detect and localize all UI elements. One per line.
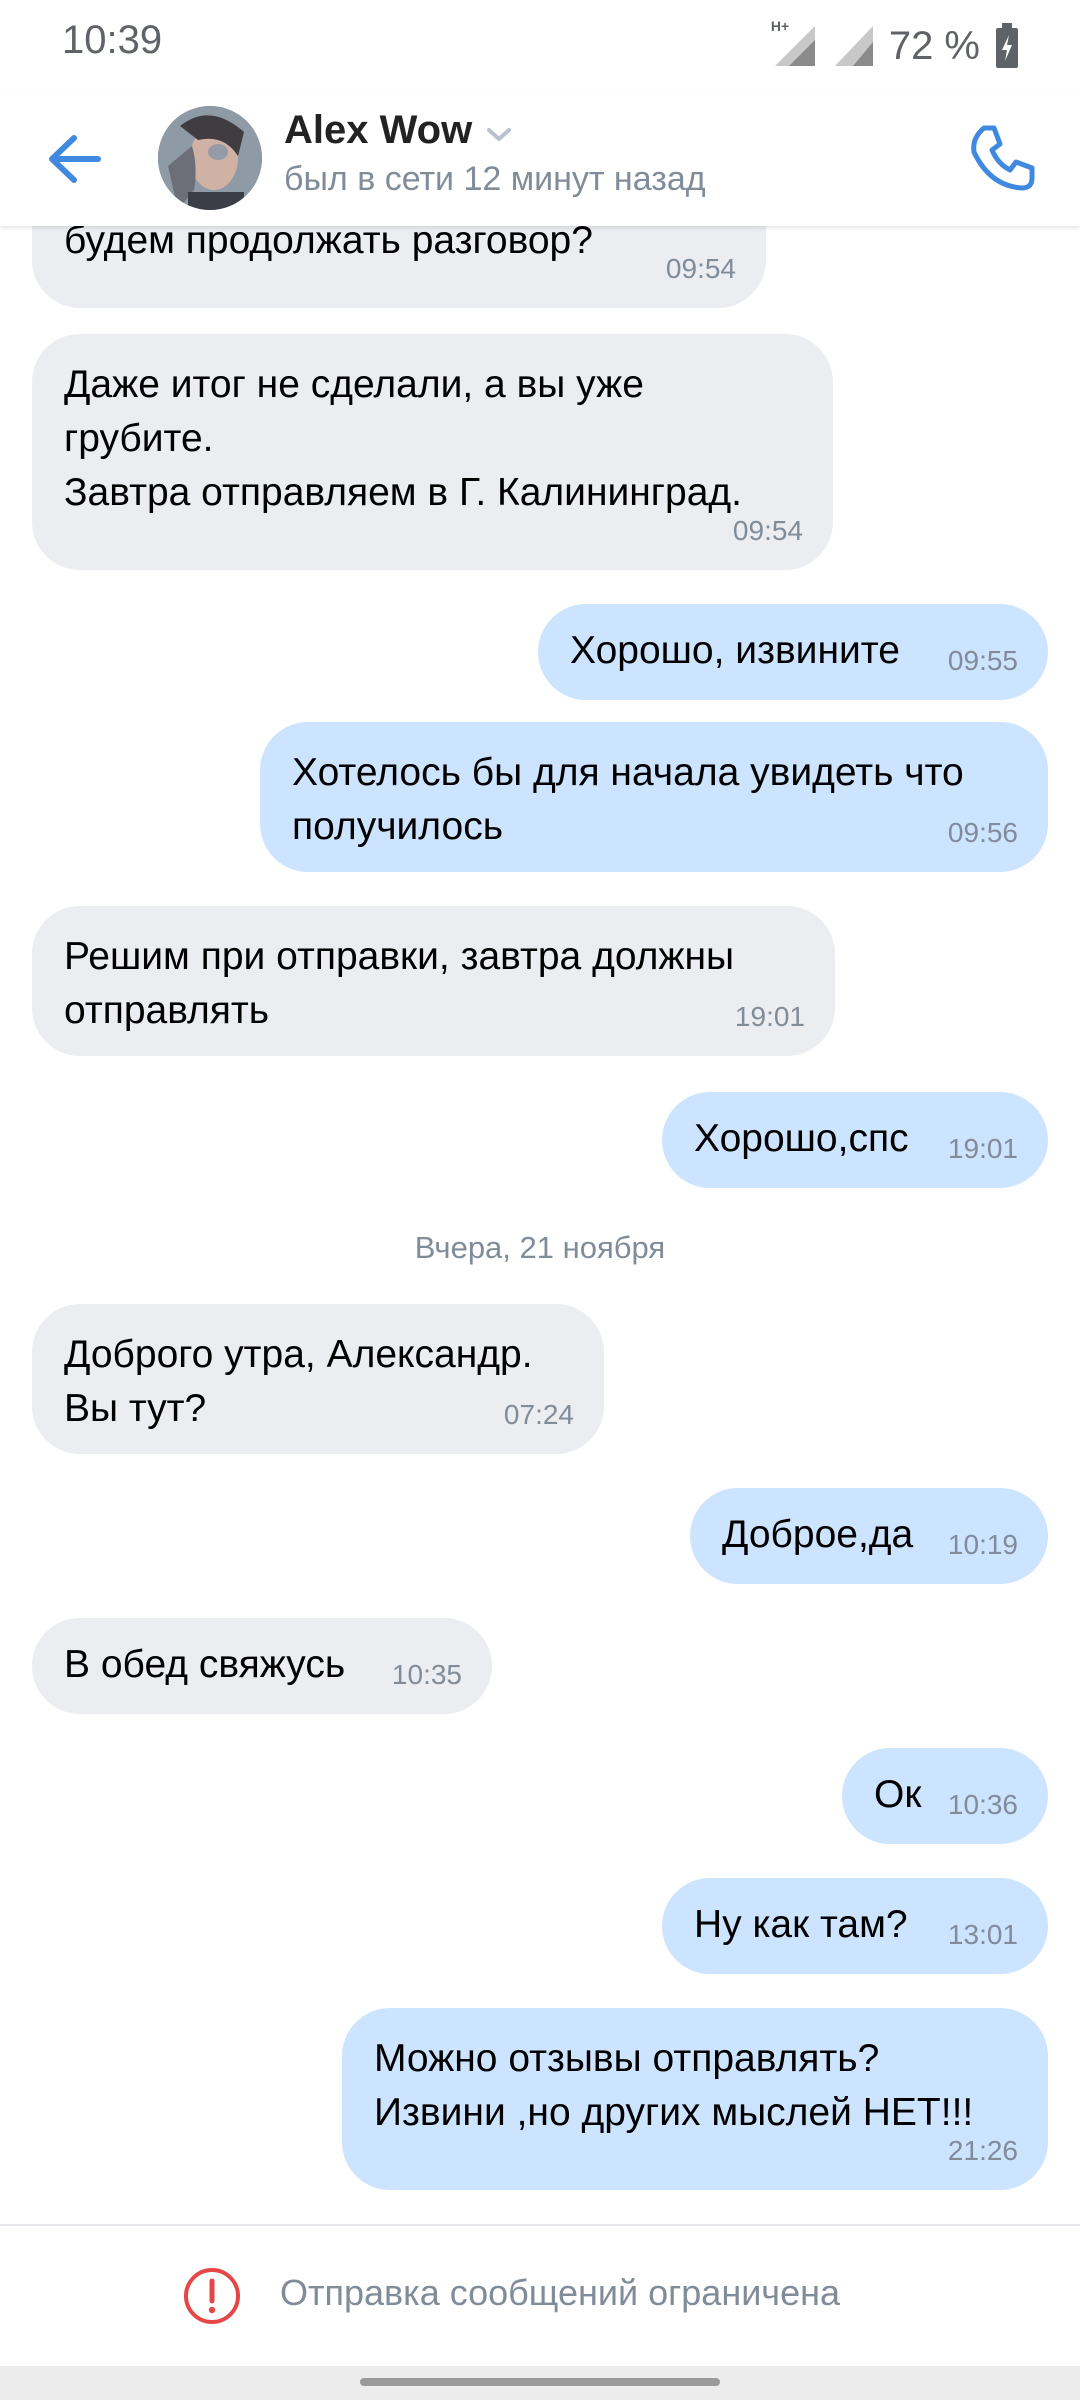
message-time: 09:56 — [947, 817, 1018, 848]
message-time: 10:35 — [391, 1659, 462, 1690]
message-text: Хотелось бы для начала увидеть что получ… — [292, 751, 964, 848]
message-bubble-incoming[interactable]: будем продолжать разговор? 09:54 — [32, 226, 766, 308]
message-bubble-incoming[interactable]: Решим при отправки, завтра должны отправ… — [32, 906, 835, 1056]
status-time: 10:39 — [62, 18, 163, 62]
network-type-label: H+ — [770, 18, 790, 34]
status-bar: 10:39 H+ 72 % — [0, 0, 1080, 96]
system-nav-bar — [0, 2366, 1080, 2400]
back-arrow-icon — [49, 135, 101, 183]
message-time: 07:24 — [503, 1399, 574, 1430]
message-bubble-outgoing[interactable]: Доброе,да 10:19 — [690, 1488, 1048, 1584]
call-button[interactable] — [962, 118, 1042, 198]
message-bubble-outgoing[interactable]: Хотелось бы для начала увидеть что получ… — [260, 722, 1048, 872]
message-text: Решим при отправки, завтра должны отправ… — [64, 935, 735, 1032]
status-indicators: H+ 72 % — [769, 18, 1020, 74]
avatar-image — [158, 106, 262, 210]
message-list[interactable]: будем продолжать разговор? 09:54 Даже ит… — [0, 226, 1080, 2224]
message-time: 10:36 — [947, 1789, 1018, 1820]
message-time: 09:54 — [665, 253, 736, 284]
message-time: 13:01 — [947, 1919, 1018, 1950]
message-bubble-outgoing[interactable]: Можно отзывы отправлять? Извини ,но друг… — [342, 2008, 1048, 2190]
date-separator: Вчера, 21 ноября — [414, 1230, 666, 1265]
message-time: 19:01 — [734, 1001, 805, 1032]
message-bubble-incoming[interactable]: В обед свяжусь 10:35 — [32, 1618, 492, 1714]
home-gesture-handle[interactable] — [360, 2378, 720, 2386]
message-text: Доброго утра, Александр. Вы тут? — [64, 1333, 533, 1430]
message-bubble-outgoing[interactable]: Ок 10:36 — [842, 1748, 1048, 1844]
network-signal-icon: H+ — [769, 18, 817, 70]
message-time: 19:01 — [947, 1133, 1018, 1164]
message-time: 21:26 — [947, 2135, 1018, 2166]
message-text: Ну как там? — [694, 1903, 908, 1946]
message-restriction-bar: Отправка сообщений ограничена — [0, 2224, 1080, 2366]
back-button[interactable] — [40, 124, 110, 194]
chevron-down-icon[interactable] — [486, 126, 512, 144]
chat-header: Alex Wow был в сети 12 минут назад — [0, 96, 1080, 226]
message-bubble-outgoing[interactable]: Хорошо, извините 09:55 — [538, 604, 1048, 700]
cell-signal-icon — [831, 22, 875, 70]
message-text: Доброе,да — [722, 1513, 914, 1556]
message-text: Даже итог не сделали, а вы уже грубите. … — [64, 363, 743, 514]
phone-icon — [971, 125, 1035, 191]
contact-name[interactable]: Alex Wow — [284, 108, 472, 153]
message-bubble-incoming[interactable]: Даже итог не сделали, а вы уже грубите. … — [32, 334, 833, 570]
message-bubble-outgoing[interactable]: Хорошо,спс 19:01 — [662, 1092, 1048, 1188]
message-text: будем продолжать разговор? — [64, 226, 593, 262]
message-text: Можно отзывы отправлять? Извини ,но друг… — [374, 2037, 974, 2134]
message-bubble-outgoing[interactable]: Ну как там? 13:01 — [662, 1878, 1048, 1974]
message-bubble-incoming[interactable]: Доброго утра, Александр. Вы тут? 07:24 — [32, 1304, 604, 1454]
message-text: В обед свяжусь — [64, 1643, 346, 1686]
restriction-text: Отправка сообщений ограничена — [280, 2272, 840, 2313]
message-time: 10:19 — [947, 1529, 1018, 1560]
battery-icon — [994, 23, 1020, 69]
warning-icon — [182, 2266, 242, 2326]
avatar[interactable] — [158, 106, 262, 210]
battery-percent: 72 % — [888, 23, 980, 68]
message-text: Хорошо, извините — [570, 629, 900, 672]
message-time: 09:54 — [732, 515, 803, 546]
message-text: Ок — [874, 1773, 922, 1816]
message-time: 09:55 — [947, 645, 1018, 676]
message-text: Хорошо,спс — [694, 1117, 909, 1160]
contact-last-seen: был в сети 12 минут назад — [284, 160, 706, 198]
